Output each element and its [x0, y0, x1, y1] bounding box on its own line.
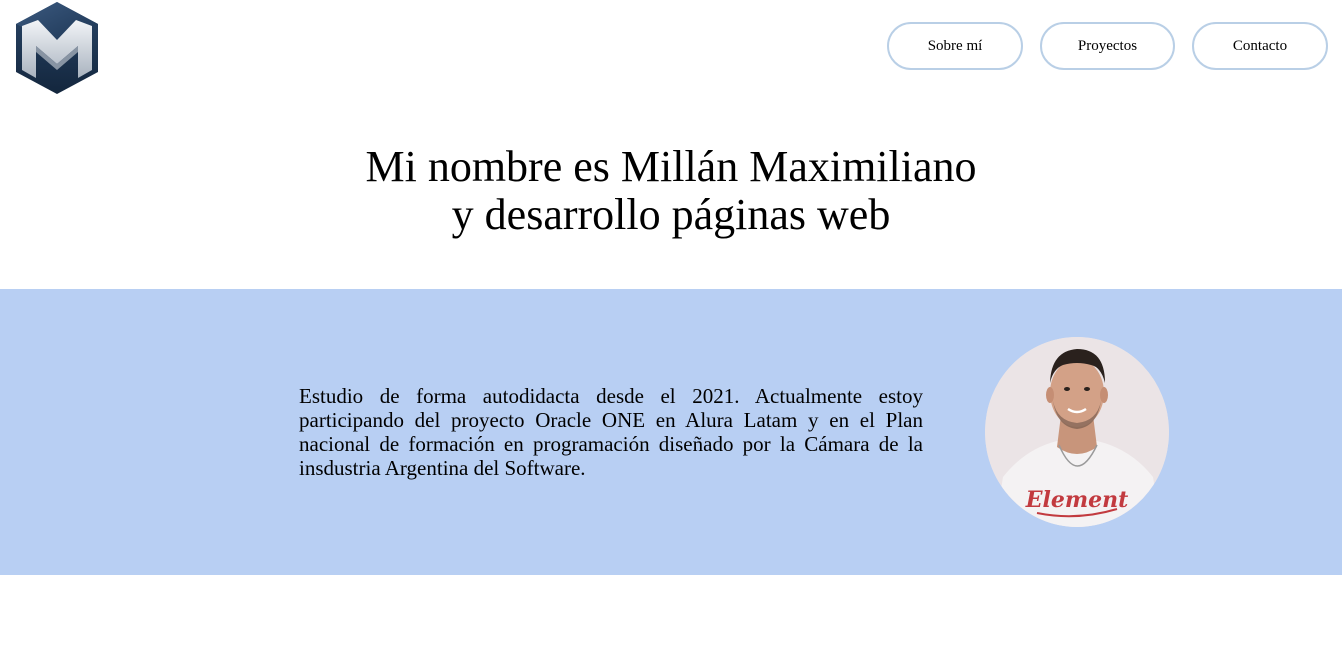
hero-title-line2: y desarrollo páginas web [451, 190, 891, 239]
nav-sobre-mi-button[interactable]: Sobre mí [887, 22, 1023, 70]
nav-contacto-button[interactable]: Contacto [1192, 22, 1328, 70]
about-section: Estudio de forma autodidacta desde el 20… [0, 289, 1342, 575]
shirt-logo-text: Element [1025, 487, 1129, 513]
nav-contacto-label: Contacto [1232, 37, 1288, 54]
nav-sobre-mi-label: Sobre mí [927, 37, 983, 54]
main-nav: Sobre mí Proyectos Contacto [887, 22, 1328, 70]
site-header: Sobre mí Proyectos Contacto [0, 0, 1342, 110]
about-description: Estudio de forma autodidacta desde el 20… [299, 384, 923, 480]
logo-icon[interactable] [14, 0, 100, 96]
profile-photo: Element [985, 337, 1169, 527]
nav-proyectos-label: Proyectos [1077, 37, 1138, 54]
hero-title-line1: Mi nombre es Millán Maximiliano [365, 142, 977, 191]
hero-title: Mi nombre es Millán Maximiliano y desarr… [0, 143, 1342, 239]
nav-proyectos-button[interactable]: Proyectos [1040, 22, 1175, 70]
